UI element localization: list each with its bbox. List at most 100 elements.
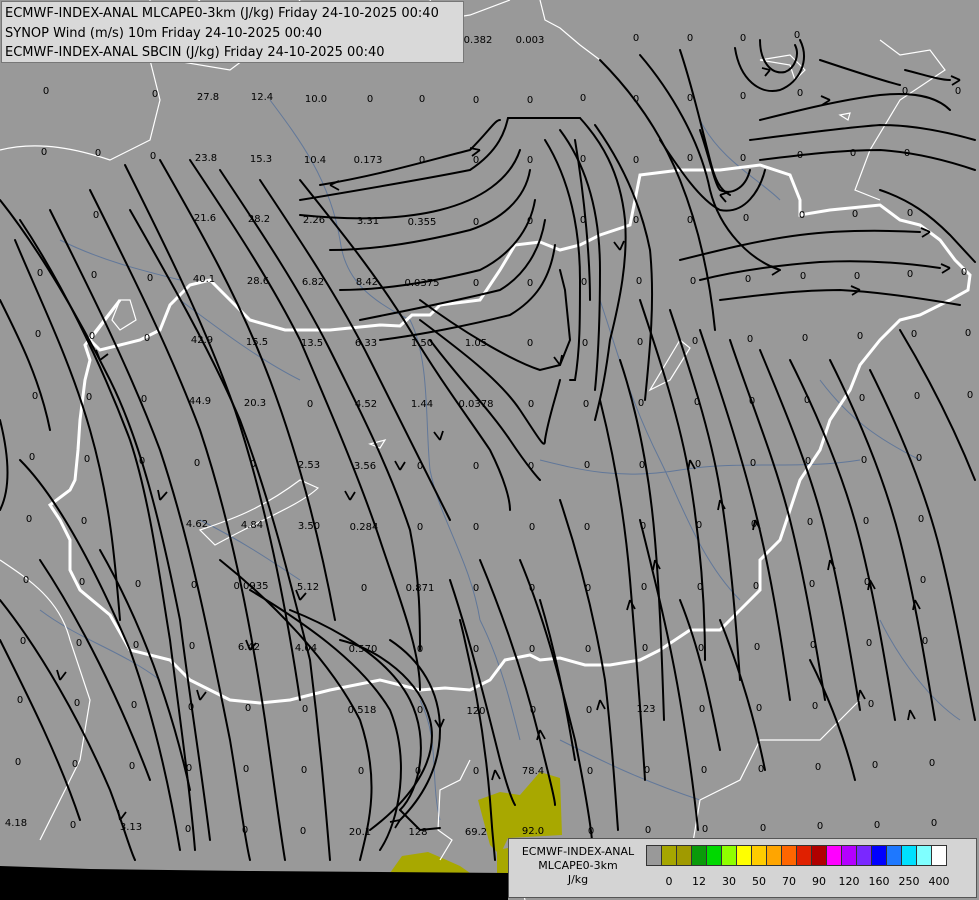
station-value: 0	[850, 148, 856, 159]
legend-swatch	[901, 845, 917, 866]
station-value: 0	[528, 399, 534, 410]
station-value: 0	[528, 461, 534, 472]
station-value: 0	[799, 210, 805, 221]
station-value: 4.62	[186, 519, 208, 530]
station-value: 0	[581, 277, 587, 288]
station-value: 28.6	[247, 276, 269, 287]
station-value: 0	[81, 516, 87, 527]
station-value: 42.9	[191, 335, 213, 346]
station-value: 0.0378	[459, 399, 494, 410]
station-value: 0	[79, 577, 85, 588]
station-value: 4.18	[5, 818, 27, 829]
station-value: 69.2	[465, 827, 487, 838]
station-value: 0	[698, 643, 704, 654]
station-value: 0	[189, 641, 195, 652]
station-value: 0	[415, 766, 421, 777]
station-value: 0.284	[350, 522, 379, 533]
station-value: 0	[633, 155, 639, 166]
station-value: 0	[754, 642, 760, 653]
station-value: 0	[580, 154, 586, 165]
station-value: 0	[41, 147, 47, 158]
station-value: 0.173	[354, 155, 383, 166]
station-value: 0	[302, 704, 308, 715]
station-value: 0	[473, 644, 479, 655]
station-value: 0	[810, 640, 816, 651]
map-title-box: ECMWF-INDEX-ANAL MLCAPE0-3km (J/kg) Frid…	[1, 1, 464, 63]
station-value: 0	[747, 334, 753, 345]
station-value: 0	[918, 514, 924, 525]
weather-map[interactable]: 0.382 0.003 0 0 0 0 0 0 0 0 27.8 12.4 10.0 0 0 0 0 0 0 0 0 0 0…	[0, 0, 979, 900]
legend-swatch	[781, 845, 797, 866]
station-value: 0	[527, 95, 533, 106]
station-value: 0	[43, 86, 49, 97]
station-value: 0	[637, 337, 643, 348]
station-value: 0	[640, 521, 646, 532]
station-value: 0.382	[464, 35, 493, 46]
station-value: 0	[907, 269, 913, 280]
station-value: 0	[35, 329, 41, 340]
station-value: 0	[74, 698, 80, 709]
station-value: 0	[141, 394, 147, 405]
station-value: 0	[186, 763, 192, 774]
station-value: 0	[417, 522, 423, 533]
station-value: 0	[473, 461, 479, 472]
legend-title-model: ECMWF-INDEX-ANAL	[521, 845, 635, 858]
legend-tick-label: 0	[665, 875, 673, 888]
legend-tick-label: 160	[868, 875, 890, 888]
station-value: 1.50	[411, 338, 433, 349]
station-value: 0	[645, 825, 651, 836]
station-value: 0	[527, 155, 533, 166]
station-value: 0	[750, 458, 756, 469]
legend: ECMWF-INDEX-ANAL MLCAPE0-3km J/kg 0 12 30 5…	[508, 838, 977, 898]
station-value: 0	[866, 638, 872, 649]
station-value: 0	[743, 213, 749, 224]
station-value: 15.5	[246, 337, 268, 348]
station-value: 0	[805, 456, 811, 467]
station-value: 3.13	[120, 822, 142, 833]
station-value: 0	[150, 151, 156, 162]
legend-swatch	[886, 845, 902, 866]
station-value: 20.3	[244, 398, 266, 409]
station-value: 0	[794, 30, 800, 41]
station-value: 0	[753, 581, 759, 592]
station-value: 0	[800, 271, 806, 282]
station-value: 0	[473, 155, 479, 166]
station-value: 0	[961, 267, 967, 278]
station-value: 0	[852, 209, 858, 220]
station-value: 0	[582, 338, 588, 349]
legend-swatch	[646, 845, 662, 866]
station-value: 0	[690, 276, 696, 287]
station-value: 0	[37, 268, 43, 279]
station-value: 13.5	[301, 338, 323, 349]
station-value: 0	[797, 150, 803, 161]
station-value: 0	[86, 392, 92, 403]
legend-tick-label: 120	[838, 875, 860, 888]
station-value: 0	[922, 636, 928, 647]
station-value: 0	[188, 702, 194, 713]
station-value: 0	[70, 820, 76, 831]
legend-swatch	[766, 845, 782, 866]
station-value: 28.2	[248, 214, 270, 225]
title-mlcape: ECMWF-INDEX-ANAL MLCAPE0-3km (J/kg) Frid…	[5, 6, 439, 21]
station-value: 0	[907, 208, 913, 219]
station-value: 0	[931, 818, 937, 829]
station-value: 0	[911, 329, 917, 340]
station-value: 0	[17, 695, 23, 706]
station-value: 0	[687, 215, 693, 226]
legend-tick-label: 90	[812, 875, 826, 888]
legend-swatch	[826, 845, 842, 866]
station-value: 0	[914, 391, 920, 402]
station-value: 0	[955, 86, 961, 97]
station-value: 0	[147, 273, 153, 284]
station-value: 0	[965, 328, 971, 339]
station-value: 0	[580, 93, 586, 104]
station-value: 0	[473, 95, 479, 106]
station-value: 0	[633, 94, 639, 105]
station-value: 0.518	[348, 705, 377, 716]
legend-swatch	[676, 845, 692, 866]
legend-swatch	[736, 845, 752, 866]
station-value: 0	[133, 640, 139, 651]
station-value: 0	[95, 148, 101, 159]
station-value: 20.1	[349, 827, 371, 838]
station-value: 0	[812, 701, 818, 712]
